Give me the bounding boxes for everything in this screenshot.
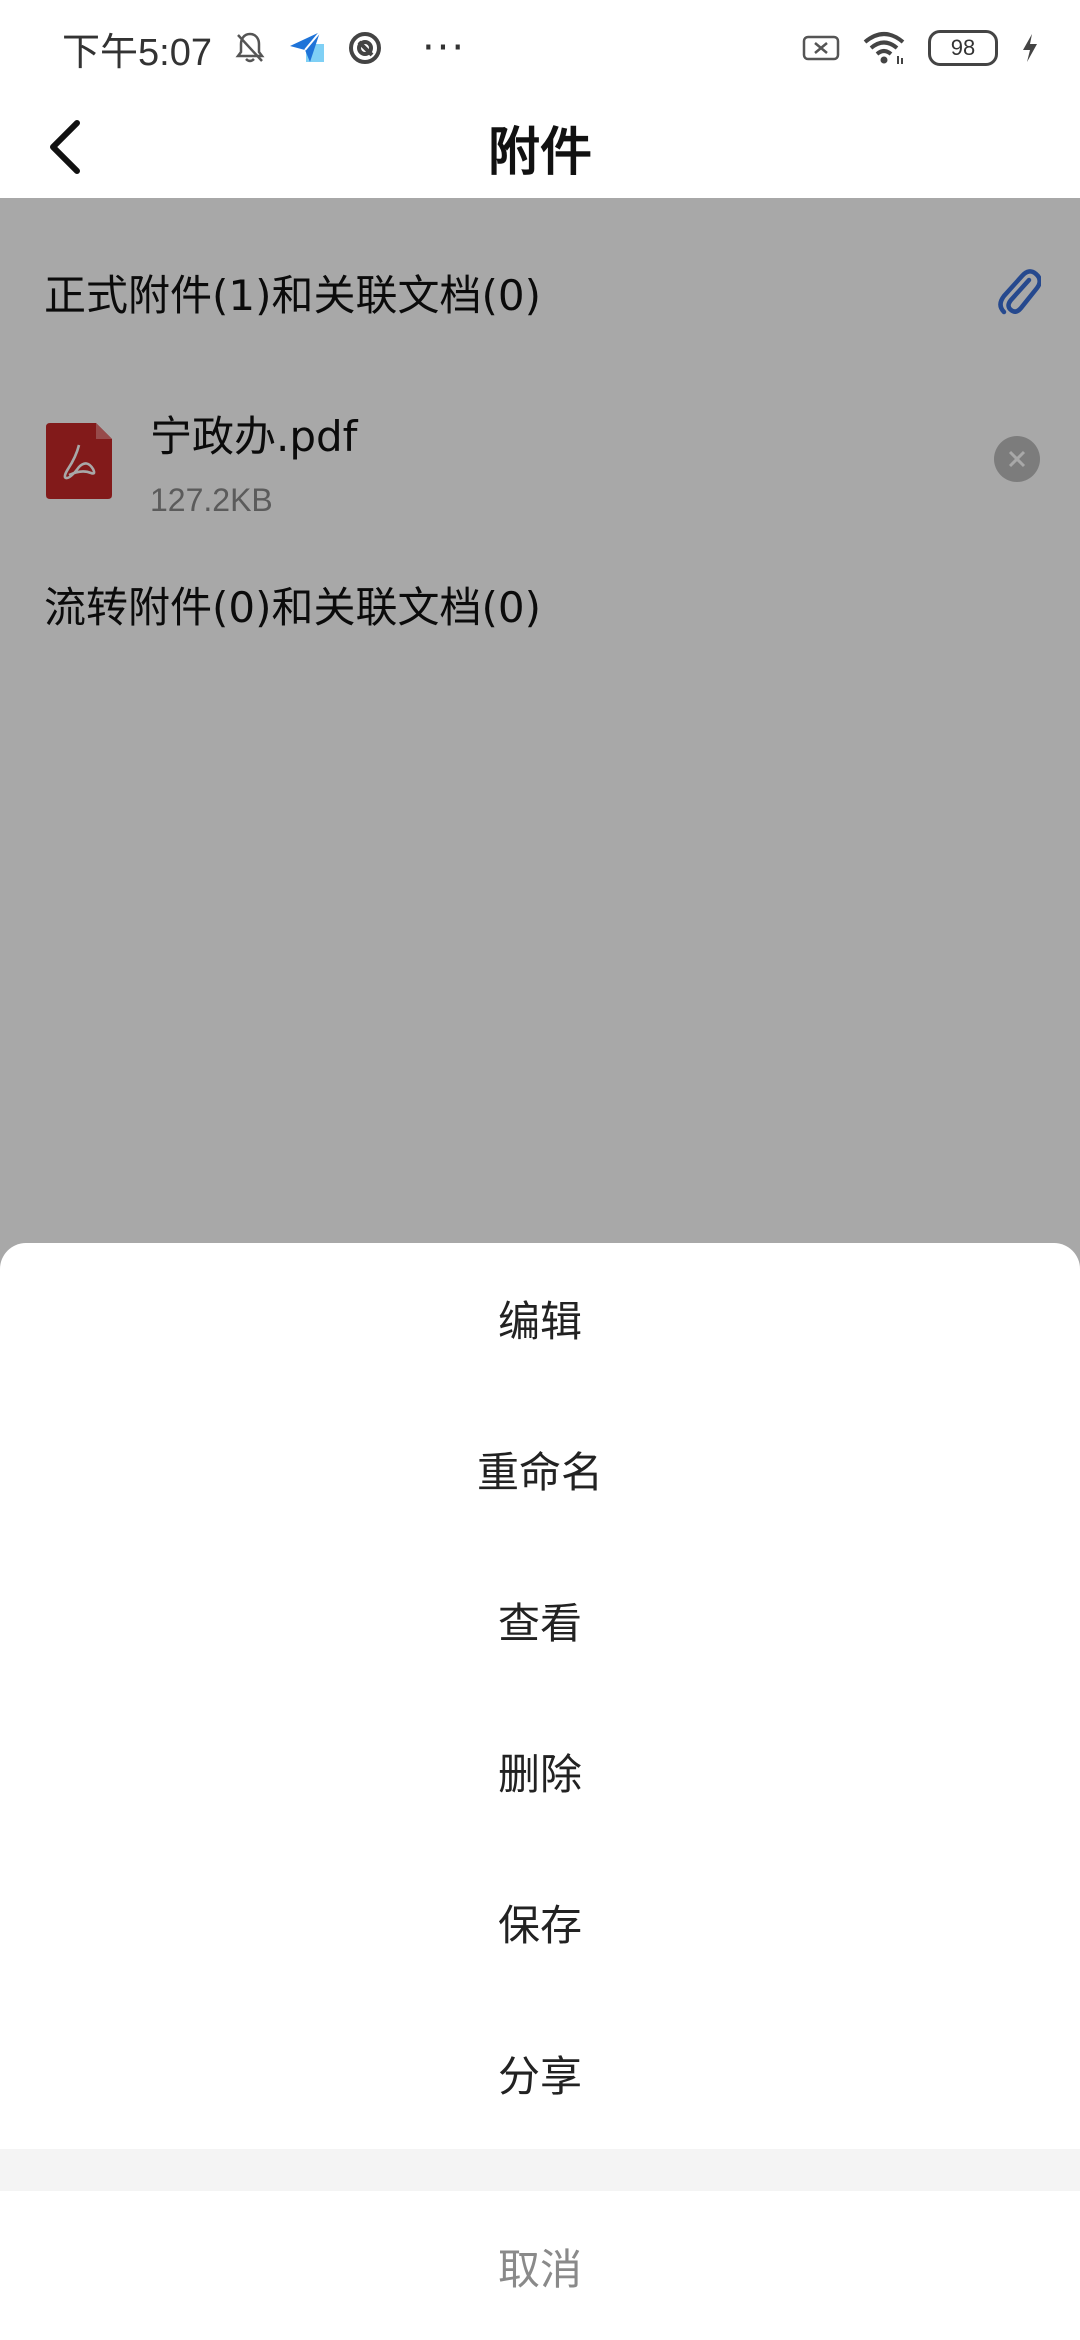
battery-level: 98 [950,35,976,60]
chevron-left-icon [50,120,80,174]
share-button[interactable]: 分享 [0,1998,1080,2149]
status-time: 下午5:07 [62,31,212,74]
cancel-button[interactable]: 取消 [0,2191,1080,2340]
mute-bell-icon [234,31,266,65]
sim-off-icon [802,34,840,62]
battery-indicator: 98 [928,30,998,66]
page-title: 附件 [487,122,592,183]
status-right: 98 [802,30,1040,66]
view-button[interactable]: 查看 [0,1545,1080,1696]
nav-bar: 附件 [0,96,1080,198]
sync-app-icon [348,31,382,65]
back-button[interactable] [30,112,100,182]
rename-button[interactable]: 重命名 [0,1394,1080,1545]
delete-button[interactable]: 删除 [0,1696,1080,1847]
wifi-icon [862,30,906,66]
save-button[interactable]: 保存 [0,1847,1080,1998]
charging-icon [1020,33,1040,63]
send-app-icon [288,30,326,66]
edit-button[interactable]: 编辑 [0,1243,1080,1394]
action-sheet: 编辑 重命名 查看 删除 保存 分享 取消 [0,1243,1080,2340]
status-bar: 下午5:07 ··· 98 [0,0,1080,96]
more-notifications-icon: ··· [421,25,467,71]
status-left: 下午5:07 ··· [62,21,466,76]
sheet-divider [0,2149,1080,2191]
